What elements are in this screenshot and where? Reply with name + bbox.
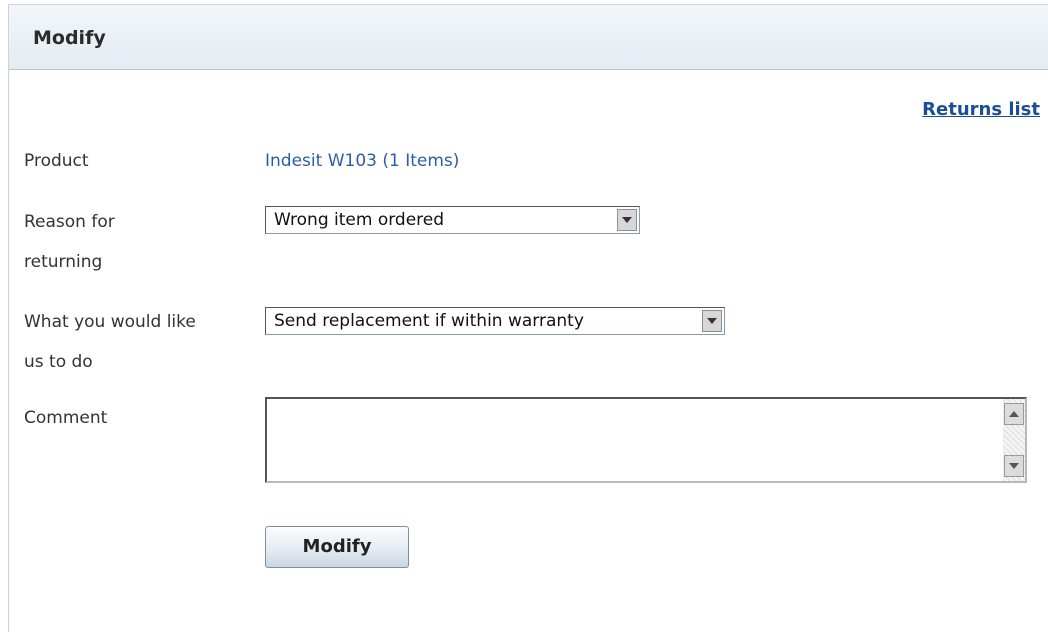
returns-list-link[interactable]: Returns list xyxy=(922,99,1040,120)
comment-scrollbar[interactable] xyxy=(1003,399,1025,481)
reason-select[interactable]: Wrong item ordered xyxy=(265,206,640,234)
reason-selected-value: Wrong item ordered xyxy=(274,210,445,230)
page-title: Modify xyxy=(33,27,106,49)
reason-label-line2: returning xyxy=(24,252,103,272)
product-link[interactable]: Indesit W103 (1 Items) xyxy=(265,146,459,176)
reason-label-line1: Reason for xyxy=(24,212,115,232)
modify-button[interactable]: Modify xyxy=(265,526,409,568)
action-selected-value: Send replacement if within warranty xyxy=(274,311,584,331)
comment-label: Comment xyxy=(24,408,108,428)
scroll-down-icon[interactable] xyxy=(1004,455,1024,477)
product-label: Product xyxy=(24,151,89,171)
action-label-line2: us to do xyxy=(24,352,93,372)
comment-textarea[interactable] xyxy=(265,397,1027,483)
chevron-down-icon[interactable] xyxy=(617,209,637,231)
action-select[interactable]: Send replacement if within warranty xyxy=(265,307,725,335)
scroll-up-icon[interactable] xyxy=(1004,403,1024,425)
panel-header: Modify xyxy=(9,5,1048,70)
chevron-down-icon[interactable] xyxy=(702,310,722,332)
action-label-line1: What you would like xyxy=(24,312,196,332)
